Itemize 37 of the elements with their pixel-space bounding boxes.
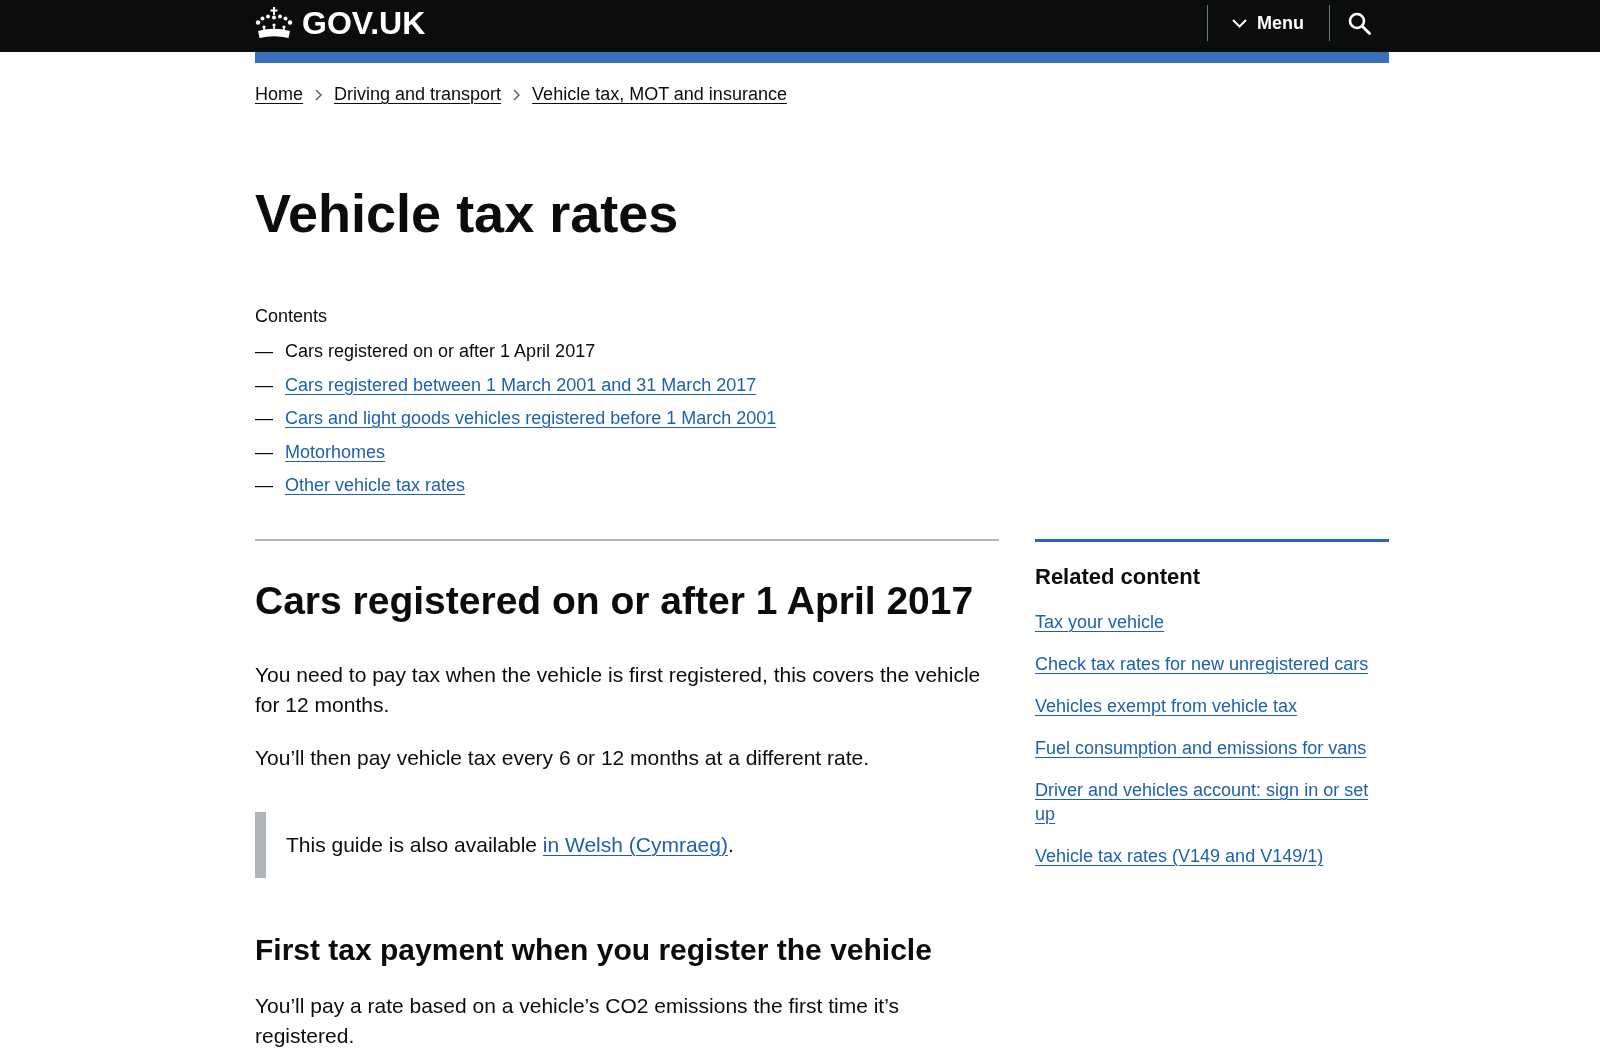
- related-link[interactable]: Tax your vehicle: [1035, 610, 1165, 634]
- list-dash: —: [255, 373, 274, 397]
- contents-link[interactable]: Cars registered between 1 March 2001 and 31 March 2017: [285, 372, 757, 398]
- chevron-down-icon: [1232, 18, 1247, 28]
- related-link[interactable]: Fuel consumption and emissions for vans: [1035, 736, 1367, 760]
- body-text: You need to pay tax when the vehicle is first registered, this covers the vehicle for 12 months.: [255, 662, 982, 718]
- body-text: You’ll then pay vehicle tax every 6 or 12 months at a different rate.: [255, 745, 871, 771]
- breadcrumb-link[interactable]: Home: [255, 82, 303, 107]
- related-link[interactable]: Driver and vehicles account: sign in or set up: [1035, 778, 1381, 826]
- page-title: Vehicle tax rates: [255, 183, 679, 243]
- contents-item: Cars registered on or after 1 April 2017: [285, 340, 596, 363]
- breadcrumb-link[interactable]: Vehicle tax, MOT and insurance: [532, 82, 787, 107]
- contents-link[interactable]: Cars and light goods vehicles registered before 1 March 2001: [285, 406, 777, 431]
- menu-button[interactable]: Menu: [1207, 5, 1330, 41]
- list-dash: —: [255, 474, 274, 497]
- home-logo-link[interactable]: GOV.UK: [255, 6, 426, 40]
- related-link[interactable]: Check tax rates for new unregistered cars: [1035, 652, 1369, 676]
- list-dash: —: [255, 440, 274, 464]
- contents-link[interactable]: Motorhomes: [285, 439, 386, 465]
- crown-icon: [255, 6, 293, 40]
- related-content-heading: Related content: [1035, 563, 1201, 591]
- chevron-right-icon: [513, 88, 521, 101]
- list-dash: —: [255, 407, 274, 430]
- inline-link[interactable]: in Welsh (Cymraeg): [542, 833, 728, 856]
- section-heading: Cars registered on or after 1 April 2017: [255, 578, 974, 623]
- contents-heading: Contents: [255, 305, 328, 328]
- search-icon: [1348, 11, 1371, 35]
- inset-bar: [255, 812, 266, 878]
- breadcrumb-link[interactable]: Driving and transport: [334, 82, 502, 107]
- related-link[interactable]: Vehicles exempt from vehicle tax: [1035, 694, 1298, 718]
- list-dash: —: [255, 340, 274, 363]
- body-text: You’ll pay a rate based on a vehicle’s CO2 emissions the first time it’s registered.: [255, 993, 900, 1049]
- chevron-right-icon: [315, 88, 322, 101]
- related-link[interactable]: Vehicle tax rates (V149 and V149/1): [1035, 844, 1324, 868]
- contents-link[interactable]: Other vehicle tax rates: [285, 473, 466, 498]
- subsection-heading: First tax payment when you register the vehicle: [255, 932, 932, 968]
- inset-text: This guide is also available in Welsh (Cymraeg).: [286, 832, 734, 858]
